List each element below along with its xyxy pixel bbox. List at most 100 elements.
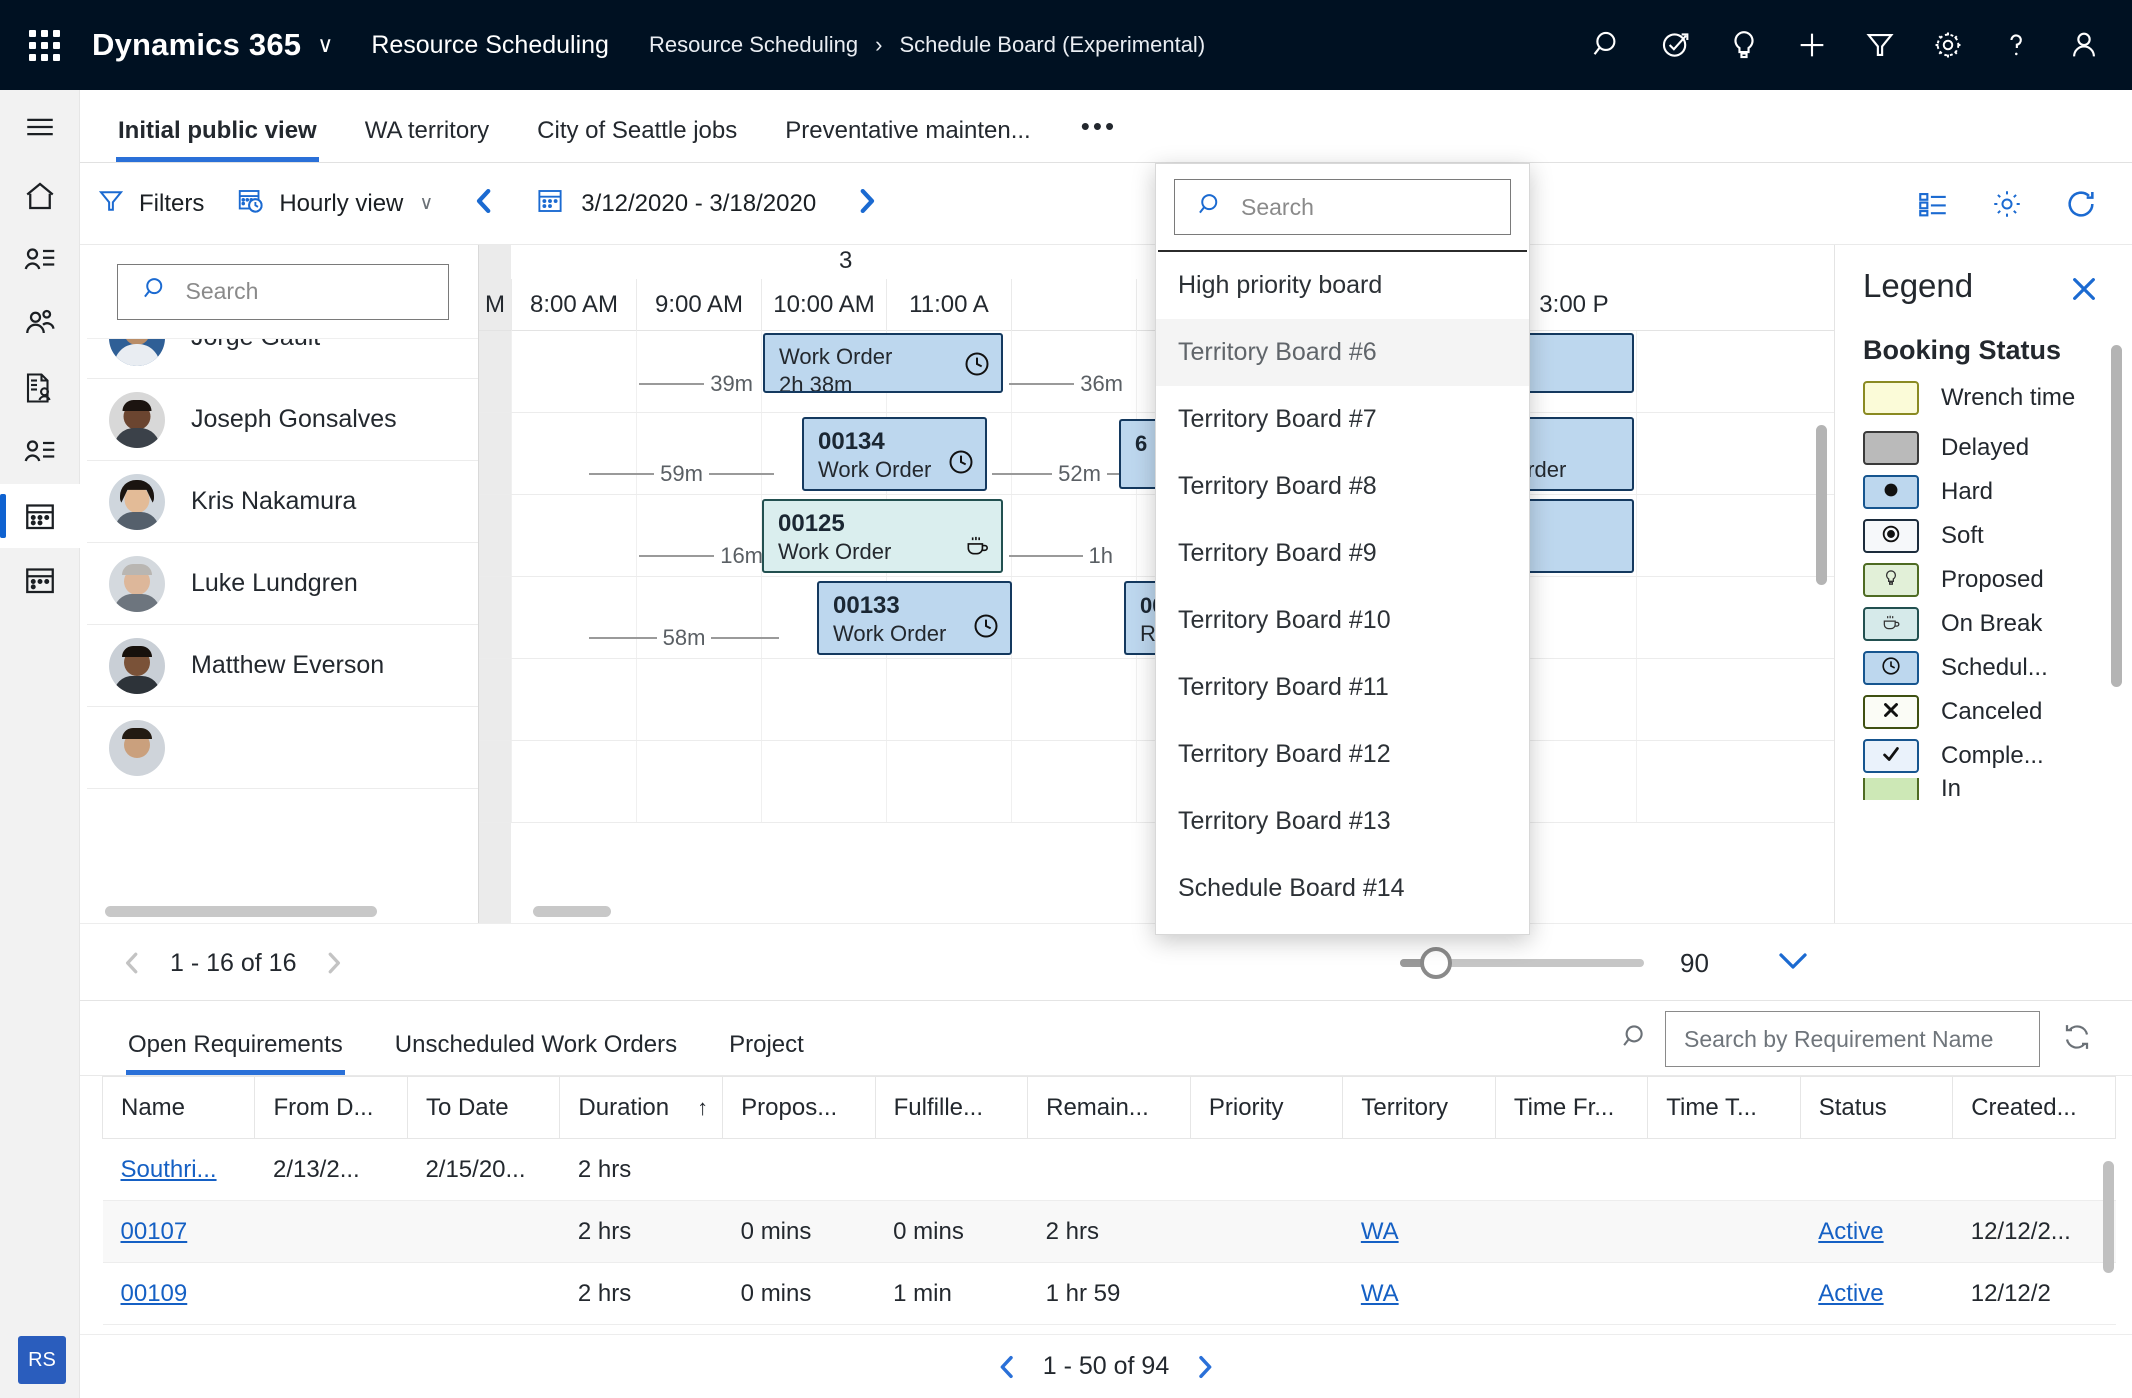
list-item[interactable]: Joseph Gonsalves — [87, 379, 478, 461]
user-initials-badge[interactable]: RS — [18, 1336, 66, 1384]
column-header-name[interactable]: Name — [101, 1076, 256, 1139]
list-item[interactable] — [87, 707, 478, 789]
tab-open-requirements[interactable]: Open Requirements — [102, 1031, 369, 1075]
board-search-box[interactable] — [1174, 179, 1511, 235]
menu-item-territory-board-6[interactable]: Territory Board #6 — [1156, 319, 1529, 386]
column-header-created-on[interactable]: Created... — [1952, 1076, 2116, 1139]
booking-card[interactable]: 00133 Work Order 2h 27m — [817, 581, 1012, 655]
menu-item-territory-board-12[interactable]: Territory Board #12 — [1156, 721, 1529, 788]
filters-button[interactable]: Filters — [80, 163, 220, 245]
hamburger-icon[interactable] — [0, 90, 80, 164]
board-search-input[interactable] — [1241, 193, 1491, 221]
tab-unscheduled-work-orders[interactable]: Unscheduled Work Orders — [369, 1031, 703, 1075]
slider-track[interactable] — [1400, 947, 1644, 979]
assistant-icon[interactable] — [1642, 0, 1710, 90]
tab-preventative-maintenance[interactable]: Preventative mainten... — [761, 117, 1054, 162]
app-launcher-icon[interactable] — [10, 29, 78, 61]
menu-item-territory-board-7[interactable]: Territory Board #7 — [1156, 386, 1529, 453]
schedule-vertical-scrollbar[interactable] — [1816, 425, 1827, 585]
tab-city-of-seattle-jobs[interactable]: City of Seattle jobs — [513, 117, 761, 162]
refresh-icon[interactable] — [2044, 163, 2118, 245]
breadcrumb-item-0[interactable]: Resource Scheduling — [649, 32, 858, 58]
list-item[interactable]: Kris Nakamura — [87, 461, 478, 543]
list-item[interactable]: Luke Lundgren — [87, 543, 478, 625]
resource-list-horizontal-scrollbar[interactable] — [105, 906, 377, 917]
next-period-button[interactable] — [832, 184, 902, 223]
column-header-time-to[interactable]: Time T... — [1647, 1076, 1801, 1139]
breadcrumb-item-1[interactable]: Schedule Board (Experimental) — [899, 32, 1205, 58]
requirement-search-input[interactable] — [1684, 1025, 2014, 1053]
status-link[interactable]: Active — [1818, 1218, 1883, 1245]
date-range-button[interactable]: 3/12/2020 - 3/18/2020 — [519, 163, 832, 245]
tab-initial-public-view[interactable]: Initial public view — [94, 117, 341, 162]
requirement-name-link[interactable]: Southri... — [121, 1156, 217, 1183]
tab-project[interactable]: Project — [703, 1031, 830, 1075]
column-header-to-date[interactable]: To Date — [406, 1076, 561, 1139]
menu-item-territory-board-8[interactable]: Territory Board #8 — [1156, 453, 1529, 520]
column-header-time-from[interactable]: Time Fr... — [1494, 1076, 1649, 1139]
close-icon[interactable] — [2068, 273, 2100, 310]
table-row[interactable]: 00109 2 hrs 0 mins 1 min 1 hr 59 WA Acti… — [102, 1262, 2116, 1325]
column-header-priority[interactable]: Priority — [1189, 1076, 1344, 1139]
list-item[interactable]: Jorge Gault — [87, 339, 478, 379]
row-height-slider[interactable]: 90 — [1400, 924, 1811, 1002]
requirement-search-box[interactable] — [1665, 1011, 2040, 1067]
table-vertical-scrollbar[interactable] — [2103, 1161, 2114, 1273]
menu-item-schedule-board-14[interactable]: Schedule Board #14 — [1156, 855, 1529, 922]
lightbulb-icon[interactable] — [1710, 0, 1778, 90]
search-icon[interactable] — [1574, 0, 1642, 90]
territory-link[interactable]: WA — [1361, 1280, 1399, 1307]
booking-card[interactable]: Work Order 2h 38m — [763, 333, 1003, 393]
territory-link[interactable]: WA — [1361, 1218, 1399, 1245]
chevron-right-icon[interactable] — [1181, 1351, 1229, 1383]
slider-knob[interactable] — [1420, 947, 1452, 979]
menu-item-territory-board-9[interactable]: Territory Board #9 — [1156, 520, 1529, 587]
bookings-icon[interactable] — [0, 420, 80, 484]
recent-icon[interactable] — [0, 228, 80, 292]
menu-item-territory-board-13[interactable]: Territory Board #13 — [1156, 788, 1529, 855]
resource-search-box[interactable] — [116, 263, 449, 320]
menu-item-territory-board-10[interactable]: Territory Board #10 — [1156, 587, 1529, 654]
requirement-name-link[interactable]: 00109 — [121, 1280, 188, 1307]
status-link[interactable]: Active — [1818, 1280, 1883, 1307]
chevron-down-icon[interactable] — [1775, 949, 1811, 978]
home-icon[interactable] — [0, 164, 80, 228]
app-name[interactable]: Resource Scheduling — [371, 31, 609, 60]
refresh-icon[interactable] — [2062, 1022, 2092, 1057]
table-row[interactable]: Southri... 2/13/2... 2/15/20... 2 hrs — [102, 1138, 2116, 1201]
menu-item-territory-board-11[interactable]: Territory Board #11 — [1156, 654, 1529, 721]
column-header-territory[interactable]: Territory — [1342, 1076, 1496, 1139]
search-icon[interactable] — [1621, 1022, 1651, 1057]
chevron-left-icon[interactable] — [106, 924, 158, 1002]
sidebar-item-schedule-board[interactable] — [0, 484, 80, 548]
column-header-remaining[interactable]: Remain... — [1027, 1076, 1191, 1139]
booking-card[interactable]: 00134 Work Order 2h 16m — [802, 417, 987, 491]
list-view-icon[interactable] — [1896, 163, 1970, 245]
pinned-icon[interactable] — [0, 292, 80, 356]
chevron-right-icon[interactable] — [308, 924, 360, 1002]
gear-icon[interactable] — [1914, 0, 1982, 90]
schedule-horizontal-scrollbar[interactable] — [533, 906, 611, 917]
resource-requirements-icon[interactable] — [0, 356, 80, 420]
gear-icon[interactable] — [1970, 163, 2044, 245]
filter-icon[interactable] — [1846, 0, 1914, 90]
legend-vertical-scrollbar[interactable] — [2111, 345, 2122, 687]
column-header-status[interactable]: Status — [1799, 1076, 1954, 1139]
column-header-from-date[interactable]: From D... — [254, 1076, 408, 1139]
booking-card[interactable]: 00125 Work Order 2h 16m — [762, 499, 1003, 573]
resource-search-input[interactable] — [185, 278, 436, 305]
chevron-down-icon[interactable]: ∨ — [317, 32, 333, 58]
chevron-left-icon[interactable] — [983, 1351, 1031, 1383]
view-mode-button[interactable]: Hourly view ∨ — [220, 163, 449, 245]
schedule-board-alt-icon[interactable] — [0, 548, 80, 612]
tab-wa-territory[interactable]: WA territory — [341, 117, 513, 162]
list-item[interactable]: Matthew Everson — [87, 625, 478, 707]
column-header-fulfilled[interactable]: Fulfille... — [874, 1076, 1029, 1139]
column-header-duration[interactable]: Duration ↑ — [559, 1076, 724, 1139]
previous-period-button[interactable] — [449, 184, 519, 223]
plus-icon[interactable] — [1778, 0, 1846, 90]
table-row[interactable]: 00107 2 hrs 0 mins 0 mins 2 hrs WA Activ… — [102, 1200, 2116, 1263]
help-icon[interactable] — [1982, 0, 2050, 90]
tab-overflow-button[interactable]: ••• — [1054, 111, 1144, 162]
user-icon[interactable] — [2050, 0, 2118, 90]
